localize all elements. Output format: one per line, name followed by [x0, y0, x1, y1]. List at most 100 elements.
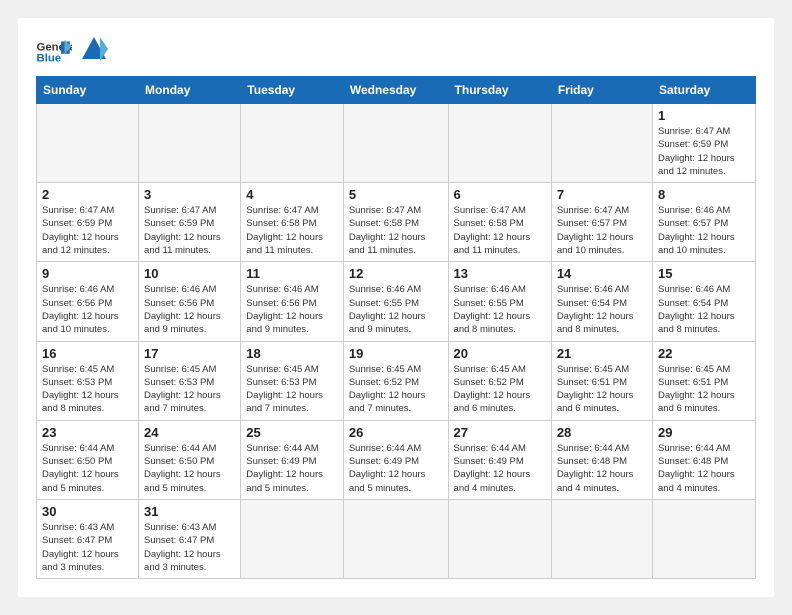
day-number: 1 [658, 108, 750, 123]
calendar-week-6: 30 Sunrise: 6:43 AM Sunset: 6:47 PM Dayli… [37, 499, 756, 578]
day-info: Sunrise: 6:46 AM Sunset: 6:56 PM Dayligh… [42, 283, 133, 336]
calendar-week-5: 23 Sunrise: 6:44 AM Sunset: 6:50 PM Dayli… [37, 420, 756, 499]
calendar-cell: 15Sunrise: 6:46 AM Sunset: 6:54 PM Dayli… [653, 262, 756, 341]
calendar-cell: 23Sunrise: 6:44 AM Sunset: 6:50 PM Dayli… [37, 420, 139, 499]
day-number: 6 [454, 187, 546, 202]
day-info: Sunrise: 6:46 AM Sunset: 6:56 PM Dayligh… [246, 283, 338, 336]
calendar-cell: 6 Sunrise: 6:47 AM Sunset: 6:58 PM Daylig… [448, 183, 551, 262]
day-info: Sunrise: 6:45 AM Sunset: 6:52 PM Dayligh… [454, 363, 546, 416]
calendar-cell: 8Sunrise: 6:46 AM Sunset: 6:57 PM Daylig… [653, 183, 756, 262]
col-header-saturday: Saturday [653, 77, 756, 104]
calendar-cell [241, 499, 344, 578]
day-number: 29 [658, 425, 750, 440]
day-info: Sunrise: 6:47 AM Sunset: 6:59 PM Dayligh… [42, 204, 133, 257]
col-header-friday: Friday [551, 77, 652, 104]
day-number: 16 [42, 346, 133, 361]
calendar-cell [343, 104, 448, 183]
day-number: 25 [246, 425, 338, 440]
calendar-cell: 5Sunrise: 6:47 AM Sunset: 6:58 PM Daylig… [343, 183, 448, 262]
calendar-cell: 2Sunrise: 6:47 AM Sunset: 6:59 PM Daylig… [37, 183, 139, 262]
calendar-week-2: 2Sunrise: 6:47 AM Sunset: 6:59 PM Daylig… [37, 183, 756, 262]
day-info: Sunrise: 6:46 AM Sunset: 6:57 PM Dayligh… [658, 204, 750, 257]
calendar-cell: 14Sunrise: 6:46 AM Sunset: 6:54 PM Dayli… [551, 262, 652, 341]
calendar-cell: 9 Sunrise: 6:46 AM Sunset: 6:56 PM Daylig… [37, 262, 139, 341]
calendar-cell: 27Sunrise: 6:44 AM Sunset: 6:49 PM Dayli… [448, 420, 551, 499]
day-info: Sunrise: 6:47 AM Sunset: 6:57 PM Dayligh… [557, 204, 647, 257]
day-number: 10 [144, 266, 235, 281]
day-info: Sunrise: 6:47 AM Sunset: 6:59 PM Dayligh… [658, 125, 750, 178]
logo: General Blue [36, 38, 108, 66]
day-number: 11 [246, 266, 338, 281]
day-number: 12 [349, 266, 443, 281]
calendar-cell: 12 Sunrise: 6:46 AM Sunset: 6:55 PM Dayli… [343, 262, 448, 341]
day-number: 28 [557, 425, 647, 440]
day-number: 18 [246, 346, 338, 361]
calendar-cell: 20 Sunrise: 6:45 AM Sunset: 6:52 PM Dayli… [448, 341, 551, 420]
day-number: 17 [144, 346, 235, 361]
day-number: 20 [454, 346, 546, 361]
day-info: Sunrise: 6:44 AM Sunset: 6:48 PM Dayligh… [658, 442, 750, 495]
day-info: Sunrise: 6:47 AM Sunset: 6:58 PM Dayligh… [246, 204, 338, 257]
calendar-cell: 13 Sunrise: 6:46 AM Sunset: 6:55 PM Dayli… [448, 262, 551, 341]
calendar-cell [653, 499, 756, 578]
day-number: 27 [454, 425, 546, 440]
day-number: 14 [557, 266, 647, 281]
calendar-cell [343, 499, 448, 578]
day-info: Sunrise: 6:45 AM Sunset: 6:51 PM Dayligh… [658, 363, 750, 416]
calendar-cell [241, 104, 344, 183]
calendar-cell: 28 Sunrise: 6:44 AM Sunset: 6:48 PM Dayli… [551, 420, 652, 499]
day-number: 19 [349, 346, 443, 361]
calendar-cell: 31Sunrise: 6:43 AM Sunset: 6:47 PM Dayli… [139, 499, 241, 578]
calendar-cell: 29 Sunrise: 6:44 AM Sunset: 6:48 PM Dayli… [653, 420, 756, 499]
day-number: 15 [658, 266, 750, 281]
calendar-cell: 24Sunrise: 6:44 AM Sunset: 6:50 PM Dayli… [139, 420, 241, 499]
calendar-cell: 26Sunrise: 6:44 AM Sunset: 6:49 PM Dayli… [343, 420, 448, 499]
day-number: 30 [42, 504, 133, 519]
day-info: Sunrise: 6:43 AM Sunset: 6:47 PM Dayligh… [144, 521, 235, 574]
calendar-cell: 4 Sunrise: 6:47 AM Sunset: 6:58 PM Daylig… [241, 183, 344, 262]
day-info: Sunrise: 6:43 AM Sunset: 6:47 PM Dayligh… [42, 521, 133, 574]
col-header-thursday: Thursday [448, 77, 551, 104]
day-number: 26 [349, 425, 443, 440]
day-number: 3 [144, 187, 235, 202]
calendar-cell [551, 499, 652, 578]
day-number: 7 [557, 187, 647, 202]
day-number: 21 [557, 346, 647, 361]
calendar-cell: 21 Sunrise: 6:45 AM Sunset: 6:51 PM Dayli… [551, 341, 652, 420]
day-number: 9 [42, 266, 133, 281]
calendar-table: SundayMondayTuesdayWednesdayThursdayFrid… [36, 76, 756, 579]
day-info: Sunrise: 6:45 AM Sunset: 6:53 PM Dayligh… [144, 363, 235, 416]
day-info: Sunrise: 6:44 AM Sunset: 6:50 PM Dayligh… [144, 442, 235, 495]
day-info: Sunrise: 6:45 AM Sunset: 6:52 PM Dayligh… [349, 363, 443, 416]
day-info: Sunrise: 6:47 AM Sunset: 6:58 PM Dayligh… [454, 204, 546, 257]
day-info: Sunrise: 6:47 AM Sunset: 6:58 PM Dayligh… [349, 204, 443, 257]
calendar-header-row: SundayMondayTuesdayWednesdayThursdayFrid… [37, 77, 756, 104]
day-info: Sunrise: 6:46 AM Sunset: 6:55 PM Dayligh… [349, 283, 443, 336]
calendar-cell: 7 Sunrise: 6:47 AM Sunset: 6:57 PM Daylig… [551, 183, 652, 262]
calendar-cell: 1 Sunrise: 6:47 AM Sunset: 6:59 PM Daylig… [653, 104, 756, 183]
calendar-page: General Blue SundayMondayTuesdayWednesda… [18, 18, 774, 597]
day-info: Sunrise: 6:47 AM Sunset: 6:59 PM Dayligh… [144, 204, 235, 257]
calendar-cell: 17 Sunrise: 6:45 AM Sunset: 6:53 PM Dayli… [139, 341, 241, 420]
calendar-week-3: 9 Sunrise: 6:46 AM Sunset: 6:56 PM Daylig… [37, 262, 756, 341]
day-number: 4 [246, 187, 338, 202]
day-info: Sunrise: 6:45 AM Sunset: 6:53 PM Dayligh… [42, 363, 133, 416]
calendar-cell [448, 104, 551, 183]
col-header-monday: Monday [139, 77, 241, 104]
day-info: Sunrise: 6:45 AM Sunset: 6:51 PM Dayligh… [557, 363, 647, 416]
col-header-tuesday: Tuesday [241, 77, 344, 104]
calendar-cell: 18Sunrise: 6:45 AM Sunset: 6:53 PM Dayli… [241, 341, 344, 420]
day-info: Sunrise: 6:46 AM Sunset: 6:55 PM Dayligh… [454, 283, 546, 336]
header: General Blue [36, 34, 756, 66]
calendar-cell: 16 Sunrise: 6:45 AM Sunset: 6:53 PM Dayli… [37, 341, 139, 420]
calendar-cell: 25Sunrise: 6:44 AM Sunset: 6:49 PM Dayli… [241, 420, 344, 499]
svg-text:Blue: Blue [37, 53, 62, 65]
calendar-week-4: 16 Sunrise: 6:45 AM Sunset: 6:53 PM Dayli… [37, 341, 756, 420]
day-number: 22 [658, 346, 750, 361]
day-info: Sunrise: 6:44 AM Sunset: 6:48 PM Dayligh… [557, 442, 647, 495]
day-number: 13 [454, 266, 546, 281]
calendar-week-1: 1 Sunrise: 6:47 AM Sunset: 6:59 PM Daylig… [37, 104, 756, 183]
calendar-cell: 30 Sunrise: 6:43 AM Sunset: 6:47 PM Dayli… [37, 499, 139, 578]
calendar-cell: 11 Sunrise: 6:46 AM Sunset: 6:56 PM Dayli… [241, 262, 344, 341]
day-number: 23 [42, 425, 133, 440]
